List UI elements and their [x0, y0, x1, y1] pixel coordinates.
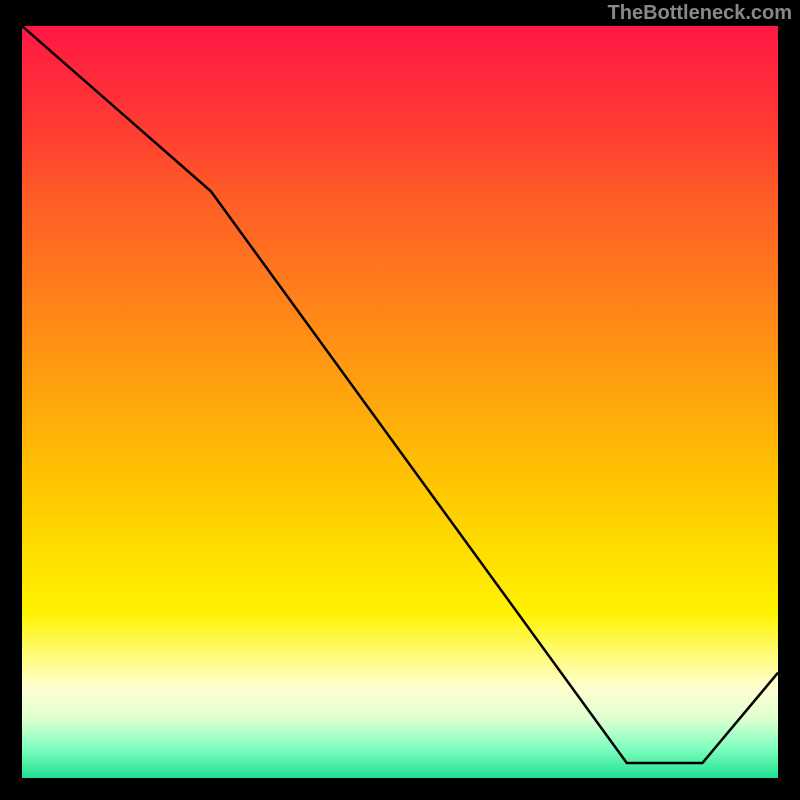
attribution-text: TheBottleneck.com — [608, 2, 792, 25]
bottleneck-curve-path — [22, 26, 778, 763]
plot-area — [22, 26, 778, 778]
chart-container: TheBottleneck.com — [0, 0, 800, 800]
chart-line-svg — [22, 26, 778, 778]
